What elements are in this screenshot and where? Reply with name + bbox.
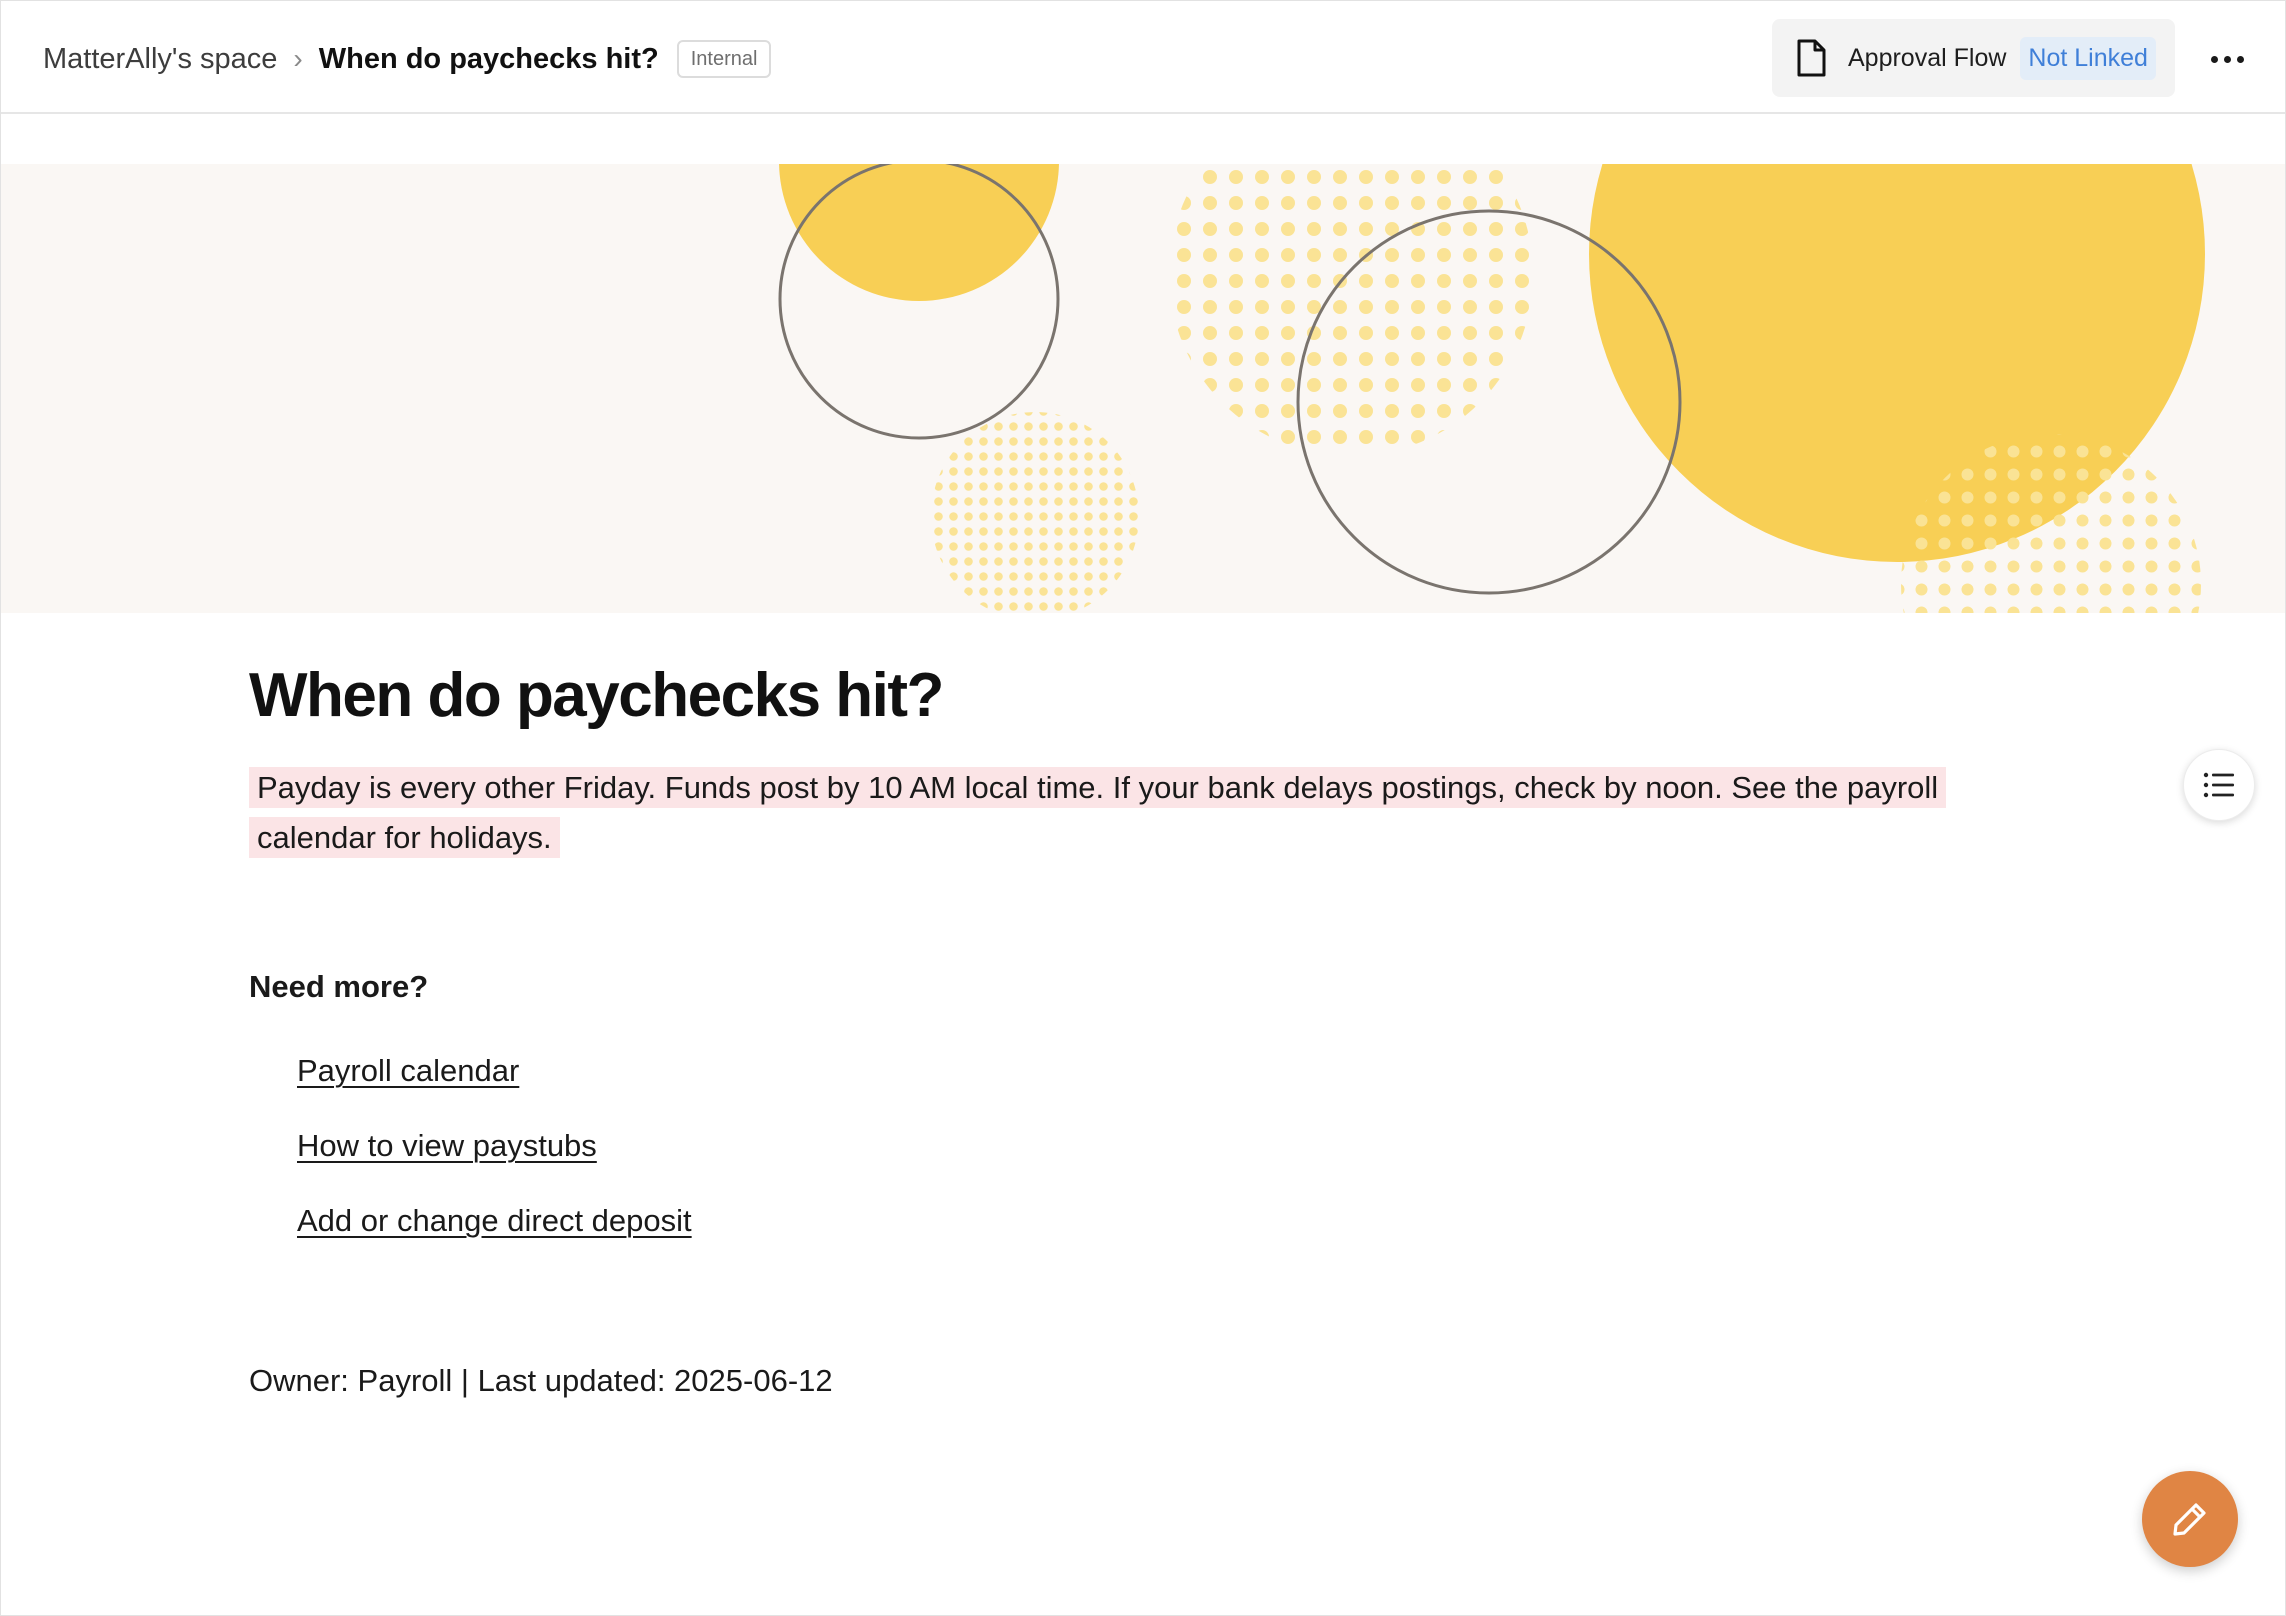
related-links-list: Payroll calendar How to view paystubs Ad… [297,1051,692,1276]
more-dot [2223,55,2231,63]
breadcrumb-separator-icon: › [293,43,303,74]
summary-paragraph: Payday is every other Friday. Funds post… [249,763,2029,863]
link-view-paystubs[interactable]: How to view paystubs [297,1126,692,1201]
cover-illustration [778,164,2205,613]
highlighted-summary-text: Payday is every other Friday. Funds post… [249,767,1947,858]
table-of-contents-button[interactable] [2183,749,2255,821]
page-frame: MatterAlly's space › When do paychecks h… [0,0,2286,1616]
more-horizontal-icon [2210,55,2218,63]
article-body: When do paychecks hit? Payday is every o… [249,651,2049,1398]
more-options-button[interactable] [2205,41,2249,77]
link-direct-deposit[interactable]: Add or change direct deposit [297,1201,692,1276]
table-of-contents-icon [2203,772,2234,798]
approval-flow-button[interactable]: Approval Flow Not Linked [1772,19,2175,97]
breadcrumb: MatterAlly's space › When do paychecks h… [43,39,772,79]
approval-flow-label: Approval Flow [1848,43,2007,72]
document-icon [1797,39,1826,77]
link-payroll-calendar[interactable]: Payroll calendar [297,1051,692,1126]
section-heading: Need more? [249,969,429,1004]
cover-banner [1,164,2285,613]
banner-shape [779,164,1059,301]
pencil-icon [2173,1503,2206,1536]
page-meta: Owner: Payroll | Last updated: 2025-06-1… [249,1363,833,1398]
approval-status-badge: Not Linked [2020,36,2156,80]
more-dot [2236,55,2244,63]
breadcrumb-space-link[interactable]: MatterAlly's space [43,43,277,76]
breadcrumb-current-page[interactable]: When do paychecks hit? [319,43,659,76]
visibility-badge: Internal [676,40,772,78]
edit-page-button[interactable] [2142,1471,2238,1567]
top-bar: MatterAlly's space › When do paychecks h… [1,1,2285,114]
page-title: When do paychecks hit? [249,661,944,730]
